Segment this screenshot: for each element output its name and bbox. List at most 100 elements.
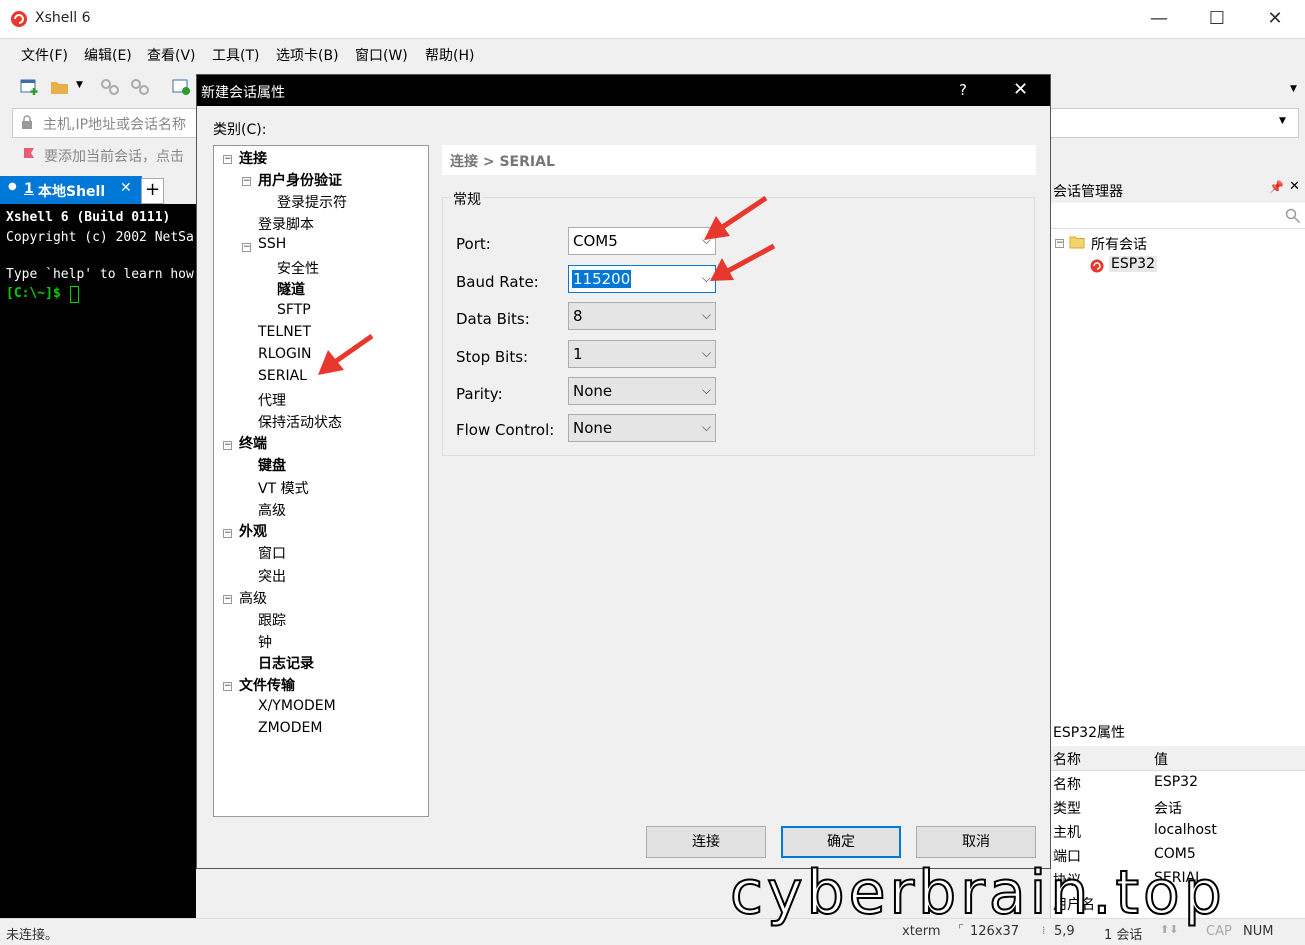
- breadcrumb-text: 连接 > SERIAL: [450, 154, 555, 170]
- tree-collapse-icon[interactable]: −: [223, 529, 232, 538]
- terminal-prompt: [C:\~]$: [6, 286, 69, 301]
- prop-value: ESP32: [1154, 774, 1198, 790]
- prop-value: 会话: [1154, 801, 1182, 817]
- connect-icon: [101, 79, 119, 95]
- tree-collapse-icon[interactable]: −: [223, 155, 232, 164]
- dialog-titlebar: 新建会话属性 ? ✕: [197, 75, 1050, 106]
- menu-edit[interactable]: 编辑(E): [84, 45, 132, 65]
- menu-bar: 文件(F) 编辑(E) 查看(V) 工具(T) 选项卡(B) 窗口(W) 帮助(…: [0, 39, 1305, 69]
- session-folder-all[interactable]: 所有会话: [1091, 234, 1147, 254]
- close-window-button[interactable]: ✕: [1246, 0, 1304, 38]
- category-label: 类别(C):: [213, 122, 267, 138]
- port-value: COM5: [573, 232, 618, 250]
- tree-item-xymodem[interactable]: X/YMODEM: [258, 698, 336, 714]
- connect-button[interactable]: 连接: [646, 826, 766, 858]
- chevron-down-icon: ⌵: [701, 271, 711, 285]
- stop-bits-label: Stop Bits:: [456, 348, 529, 366]
- terminal[interactable]: Xshell 6 (Build 0111) Copyright (c) 2002…: [0, 204, 196, 918]
- dialog-title: 新建会话属性: [201, 85, 285, 101]
- terminal-line: Copyright (c) 2002 NetSa: [6, 230, 194, 245]
- tree-item-advanced[interactable]: 高级: [239, 588, 267, 608]
- tree-item-highlight[interactable]: 突出: [258, 566, 286, 586]
- stop-bits-select[interactable]: 1 ⌵: [568, 340, 716, 368]
- breadcrumb: 连接 > SERIAL: [442, 145, 1036, 175]
- dialog-close-icon[interactable]: ✕: [1013, 79, 1028, 100]
- tree-item-connection[interactable]: 连接: [239, 148, 267, 168]
- tree-item-login-prompts[interactable]: 登录提示符: [277, 192, 347, 212]
- tree-item-keyboard[interactable]: 键盘: [258, 455, 286, 475]
- session-icon: [1090, 259, 1104, 273]
- menu-window[interactable]: 窗口(W): [355, 45, 408, 65]
- menu-view[interactable]: 查看(V): [147, 45, 196, 65]
- tree-item-serial[interactable]: SERIAL: [258, 368, 307, 384]
- address-dropdown-icon[interactable]: ▼: [1279, 116, 1286, 126]
- minimize-button[interactable]: —: [1130, 0, 1188, 38]
- new-session-icon[interactable]: [20, 78, 40, 96]
- tree-item-proxy[interactable]: 代理: [258, 390, 286, 410]
- toolbar-overflow-icon[interactable]: ▼: [1290, 84, 1297, 94]
- chevron-down-icon: ⌵: [701, 420, 711, 434]
- session-manager-title: 会话管理器: [1053, 184, 1123, 200]
- tree-item-window[interactable]: 窗口: [258, 543, 286, 563]
- tree-item-rlogin[interactable]: RLOGIN: [258, 346, 312, 362]
- menu-tools[interactable]: 工具(T): [212, 45, 259, 65]
- tree-item-vt-mode[interactable]: VT 模式: [258, 478, 309, 498]
- xshell-logo-icon: [11, 11, 27, 27]
- tree-item-telnet[interactable]: TELNET: [258, 324, 311, 340]
- bookmark-icon: [24, 148, 34, 158]
- parity-select[interactable]: None ⌵: [568, 377, 716, 405]
- data-bits-value: 8: [573, 307, 583, 325]
- tree-item-bell[interactable]: 钟: [258, 632, 272, 652]
- chevron-down-icon: ⌵: [701, 383, 711, 397]
- search-icon[interactable]: [1285, 208, 1301, 224]
- tree-item-sftp[interactable]: SFTP: [277, 302, 311, 318]
- tree-item-login-script[interactable]: 登录脚本: [258, 214, 314, 234]
- open-dropdown-icon[interactable]: ▼: [76, 80, 83, 90]
- tree-collapse-icon[interactable]: −: [223, 595, 232, 604]
- properties-header: 名称 值: [1051, 746, 1305, 771]
- baud-rate-select[interactable]: 115200 ⌵: [568, 265, 716, 293]
- status-connection: 未连接。: [6, 928, 59, 943]
- tree-item-tunnel[interactable]: 隧道: [277, 279, 305, 299]
- new-tab-button[interactable]: +: [141, 178, 164, 204]
- close-panel-icon[interactable]: ✕: [1289, 179, 1300, 194]
- open-folder-icon[interactable]: [50, 78, 70, 96]
- menu-file[interactable]: 文件(F): [21, 45, 68, 65]
- tab-close-icon[interactable]: ✕: [120, 180, 132, 196]
- tab-local-shell[interactable]: ● 1 本地Shell ✕: [0, 176, 142, 204]
- pin-icon[interactable]: 📌: [1269, 180, 1284, 194]
- tree-item-file-transfer[interactable]: 文件传输: [239, 675, 295, 695]
- tree-item-keepalive[interactable]: 保持活动状态: [258, 412, 342, 432]
- tree-item-terminal-advanced[interactable]: 高级: [258, 500, 286, 520]
- link-bar-text: 要添加当前会话，点击: [44, 149, 184, 165]
- tree-item-logging[interactable]: 日志记录: [258, 653, 314, 673]
- tree-collapse-icon[interactable]: −: [242, 243, 251, 252]
- maximize-button[interactable]: ☐: [1188, 0, 1246, 38]
- tree-item-terminal[interactable]: 终端: [239, 433, 267, 453]
- flow-control-select[interactable]: None ⌵: [568, 414, 716, 442]
- data-bits-select[interactable]: 8 ⌵: [568, 302, 716, 330]
- cancel-button[interactable]: 取消: [916, 826, 1036, 858]
- general-group: [442, 197, 1035, 456]
- tree-collapse-icon[interactable]: −: [1055, 239, 1064, 248]
- menu-tabs[interactable]: 选项卡(B): [276, 45, 339, 65]
- prop-value: localhost: [1154, 822, 1217, 838]
- tree-collapse-icon[interactable]: −: [242, 177, 251, 186]
- tree-item-auth[interactable]: 用户身份验证: [258, 170, 342, 190]
- menu-help[interactable]: 帮助(H): [425, 45, 474, 65]
- ok-button[interactable]: 确定: [781, 826, 901, 858]
- port-select[interactable]: COM5 ⌵: [568, 227, 716, 255]
- prop-name: 类型: [1053, 801, 1081, 817]
- tab-status-dot-icon: ●: [8, 181, 17, 192]
- session-search-box[interactable]: [1051, 204, 1305, 229]
- session-item-esp32[interactable]: ESP32: [1109, 256, 1157, 272]
- tree-item-trace[interactable]: 跟踪: [258, 610, 286, 630]
- tree-item-zmodem[interactable]: ZMODEM: [258, 720, 322, 736]
- tree-collapse-icon[interactable]: −: [223, 682, 232, 691]
- dialog-help-button[interactable]: ?: [959, 81, 967, 99]
- properties-icon[interactable]: [172, 78, 192, 96]
- tree-item-ssh[interactable]: SSH: [258, 236, 286, 252]
- tree-collapse-icon[interactable]: −: [223, 441, 232, 450]
- tree-item-appearance[interactable]: 外观: [239, 521, 267, 541]
- tree-item-security[interactable]: 安全性: [277, 258, 319, 278]
